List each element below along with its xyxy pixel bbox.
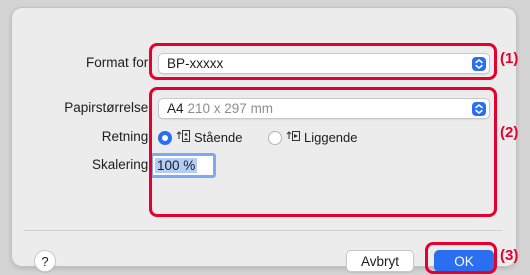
help-icon: ? — [41, 253, 49, 269]
format-for-label: Format for: — [85, 55, 152, 70]
paper-size-label: Papirstørrelse: — [64, 100, 152, 115]
callout-2: (2) — [500, 124, 519, 141]
highlight-box-1 — [149, 43, 497, 80]
callout-3: (3) — [500, 247, 519, 264]
orientation-label: Retning: — [101, 129, 152, 144]
help-button[interactable]: ? — [34, 250, 56, 272]
highlight-box-3 — [425, 242, 497, 274]
callout-1: (1) — [500, 50, 519, 67]
highlight-box-2 — [149, 87, 497, 217]
cancel-button[interactable]: Avbryt — [346, 250, 414, 272]
scale-label: Skalering: — [91, 157, 152, 172]
divider — [24, 230, 502, 231]
